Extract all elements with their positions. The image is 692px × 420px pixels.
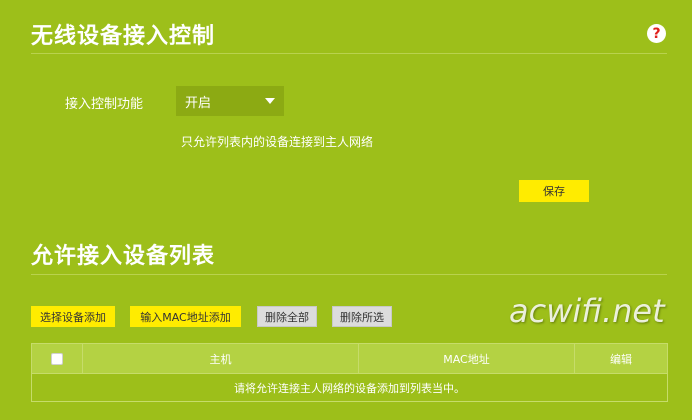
help-question-mark: ? bbox=[652, 25, 661, 42]
save-button[interactable]: 保存 bbox=[519, 180, 589, 202]
select-all-cell bbox=[32, 344, 83, 373]
column-header-mac: MAC地址 bbox=[359, 344, 575, 373]
delete-selected-button[interactable]: 删除所选 bbox=[332, 306, 392, 327]
table-header: 主机 MAC地址 编辑 bbox=[32, 344, 667, 374]
help-icon[interactable]: ? bbox=[647, 24, 666, 43]
select-device-add-button[interactable]: 选择设备添加 bbox=[31, 306, 115, 327]
input-mac-add-button[interactable]: 输入MAC地址添加 bbox=[130, 306, 241, 327]
access-control-label: 接入控制功能 bbox=[65, 97, 144, 112]
column-header-host: 主机 bbox=[83, 344, 359, 373]
allowed-list-title: 允许接入设备列表 bbox=[31, 244, 216, 269]
section-divider-top bbox=[31, 53, 667, 54]
allowed-device-table: 主机 MAC地址 编辑 请将允许连接主人网络的设备添加到列表当中。 bbox=[31, 343, 668, 402]
section-divider-list bbox=[31, 274, 667, 275]
column-header-edit: 编辑 bbox=[610, 352, 632, 366]
access-control-title: 无线设备接入控制 bbox=[31, 24, 216, 49]
select-all-checkbox[interactable] bbox=[51, 352, 63, 365]
delete-all-button[interactable]: 删除全部 bbox=[257, 306, 317, 327]
access-control-select-value: 开启 bbox=[185, 95, 212, 111]
table-empty-message: 请将允许连接主人网络的设备添加到列表当中。 bbox=[234, 381, 465, 395]
chevron-down-icon bbox=[265, 98, 275, 104]
access-control-select[interactable]: 开启 bbox=[176, 86, 284, 116]
access-control-hint: 只允许列表内的设备连接到主人网络 bbox=[181, 135, 374, 149]
watermark-text: acwifi.net bbox=[509, 292, 665, 330]
